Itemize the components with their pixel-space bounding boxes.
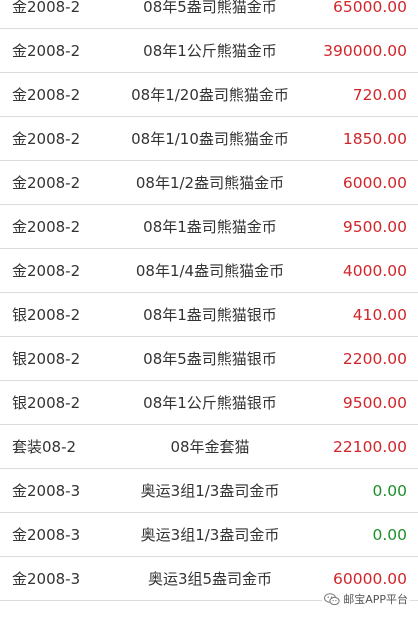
coin-code: 银2008-2 [12, 306, 81, 324]
table-row[interactable]: 金2008-2 08年1公斤熊猫金币 390000.00 [0, 29, 418, 73]
coin-name: 08年1公斤熊猫金币 [143, 42, 277, 60]
coin-price: 0.00 [372, 525, 407, 544]
coin-code: 金2008-3 [12, 482, 81, 500]
coin-price: 4000.00 [342, 261, 407, 280]
coin-name: 08年1公斤熊猫银币 [143, 394, 277, 412]
coin-price: 6000.00 [342, 173, 407, 192]
coin-code: 套装08-2 [12, 438, 77, 456]
coin-price: 22100.00 [333, 437, 407, 456]
coin-price: 0.00 [372, 481, 407, 500]
table-row[interactable]: 银2008-2 08年1盎司熊猫银币 410.00 [0, 293, 418, 337]
coin-name: 08年5盎司熊猫金币 [143, 0, 277, 16]
table-row[interactable]: 金2008-3 奥运3组1/3盎司金币 0.00 [0, 469, 418, 513]
coin-name: 08年1/4盎司熊猫金币 [135, 262, 285, 280]
table-row[interactable]: 金2008-2 08年1盎司熊猫金币 9500.00 [0, 205, 418, 249]
coin-name: 奥运3组5盎司金币 [147, 570, 273, 588]
table-row[interactable]: 银2008-2 08年5盎司熊猫银币 2200.00 [0, 337, 418, 381]
coin-name: 08年5盎司熊猫银币 [143, 350, 277, 368]
coin-name: 08年1盎司熊猫金币 [143, 218, 277, 236]
coin-price: 410.00 [352, 305, 407, 324]
coin-code: 金2008-2 [12, 86, 81, 104]
table-row[interactable]: 金2008-2 08年1/20盎司熊猫金币 720.00 [0, 73, 418, 117]
coin-code: 金2008-3 [12, 570, 81, 588]
coin-name: 08年1/2盎司熊猫金币 [135, 174, 285, 192]
coin-price: 9500.00 [342, 217, 407, 236]
table-row[interactable]: 金2008-2 08年1/2盎司熊猫金币 6000.00 [0, 161, 418, 205]
price-table: 金2008-2 08年5盎司熊猫金币 65000.00 金2008-2 08年1公斤熊猫… [0, 0, 418, 601]
coin-code: 金2008-2 [12, 218, 81, 236]
coin-code: 金2008-2 [12, 130, 81, 148]
table-row[interactable]: 银2008-2 08年1公斤熊猫银币 9500.00 [0, 381, 418, 425]
watermark: 邮宝APP平台 [322, 590, 410, 608]
coin-price: 390000.00 [323, 41, 407, 60]
table-row[interactable]: 金2008-2 08年5盎司熊猫金币 65000.00 [0, 0, 418, 29]
coin-price: 2200.00 [342, 349, 407, 368]
coin-name: 08年1/20盎司熊猫金币 [131, 86, 289, 104]
coin-price: 60000.00 [333, 569, 407, 588]
coin-code: 金2008-2 [12, 174, 81, 192]
coin-code: 金2008-3 [12, 526, 81, 544]
coin-name: 08年1盎司熊猫银币 [143, 306, 277, 324]
coin-price: 720.00 [352, 85, 407, 104]
coin-name: 奥运3组1/3盎司金币 [140, 482, 280, 500]
wechat-icon [324, 592, 340, 606]
coin-price: 1850.00 [342, 129, 407, 148]
table-row[interactable]: 金2008-2 08年1/4盎司熊猫金币 4000.00 [0, 249, 418, 293]
coin-name: 08年金套猫 [170, 438, 250, 456]
coin-name: 奥运3组1/3盎司金币 [140, 526, 280, 544]
coin-code: 金2008-2 [12, 262, 81, 280]
table-row[interactable]: 套装08-2 08年金套猫 22100.00 [0, 425, 418, 469]
coin-price: 9500.00 [342, 393, 407, 412]
table-row[interactable]: 金2008-2 08年1/10盎司熊猫金币 1850.00 [0, 117, 418, 161]
table-row[interactable]: 金2008-3 奥运3组1/3盎司金币 0.00 [0, 513, 418, 557]
coin-code: 金2008-2 [12, 42, 81, 60]
coin-price: 65000.00 [333, 0, 407, 16]
coin-code: 银2008-2 [12, 350, 81, 368]
coin-name: 08年1/10盎司熊猫金币 [131, 130, 289, 148]
coin-code: 银2008-2 [12, 394, 81, 412]
coin-code: 金2008-2 [12, 0, 81, 16]
watermark-text: 邮宝APP平台 [343, 593, 408, 606]
